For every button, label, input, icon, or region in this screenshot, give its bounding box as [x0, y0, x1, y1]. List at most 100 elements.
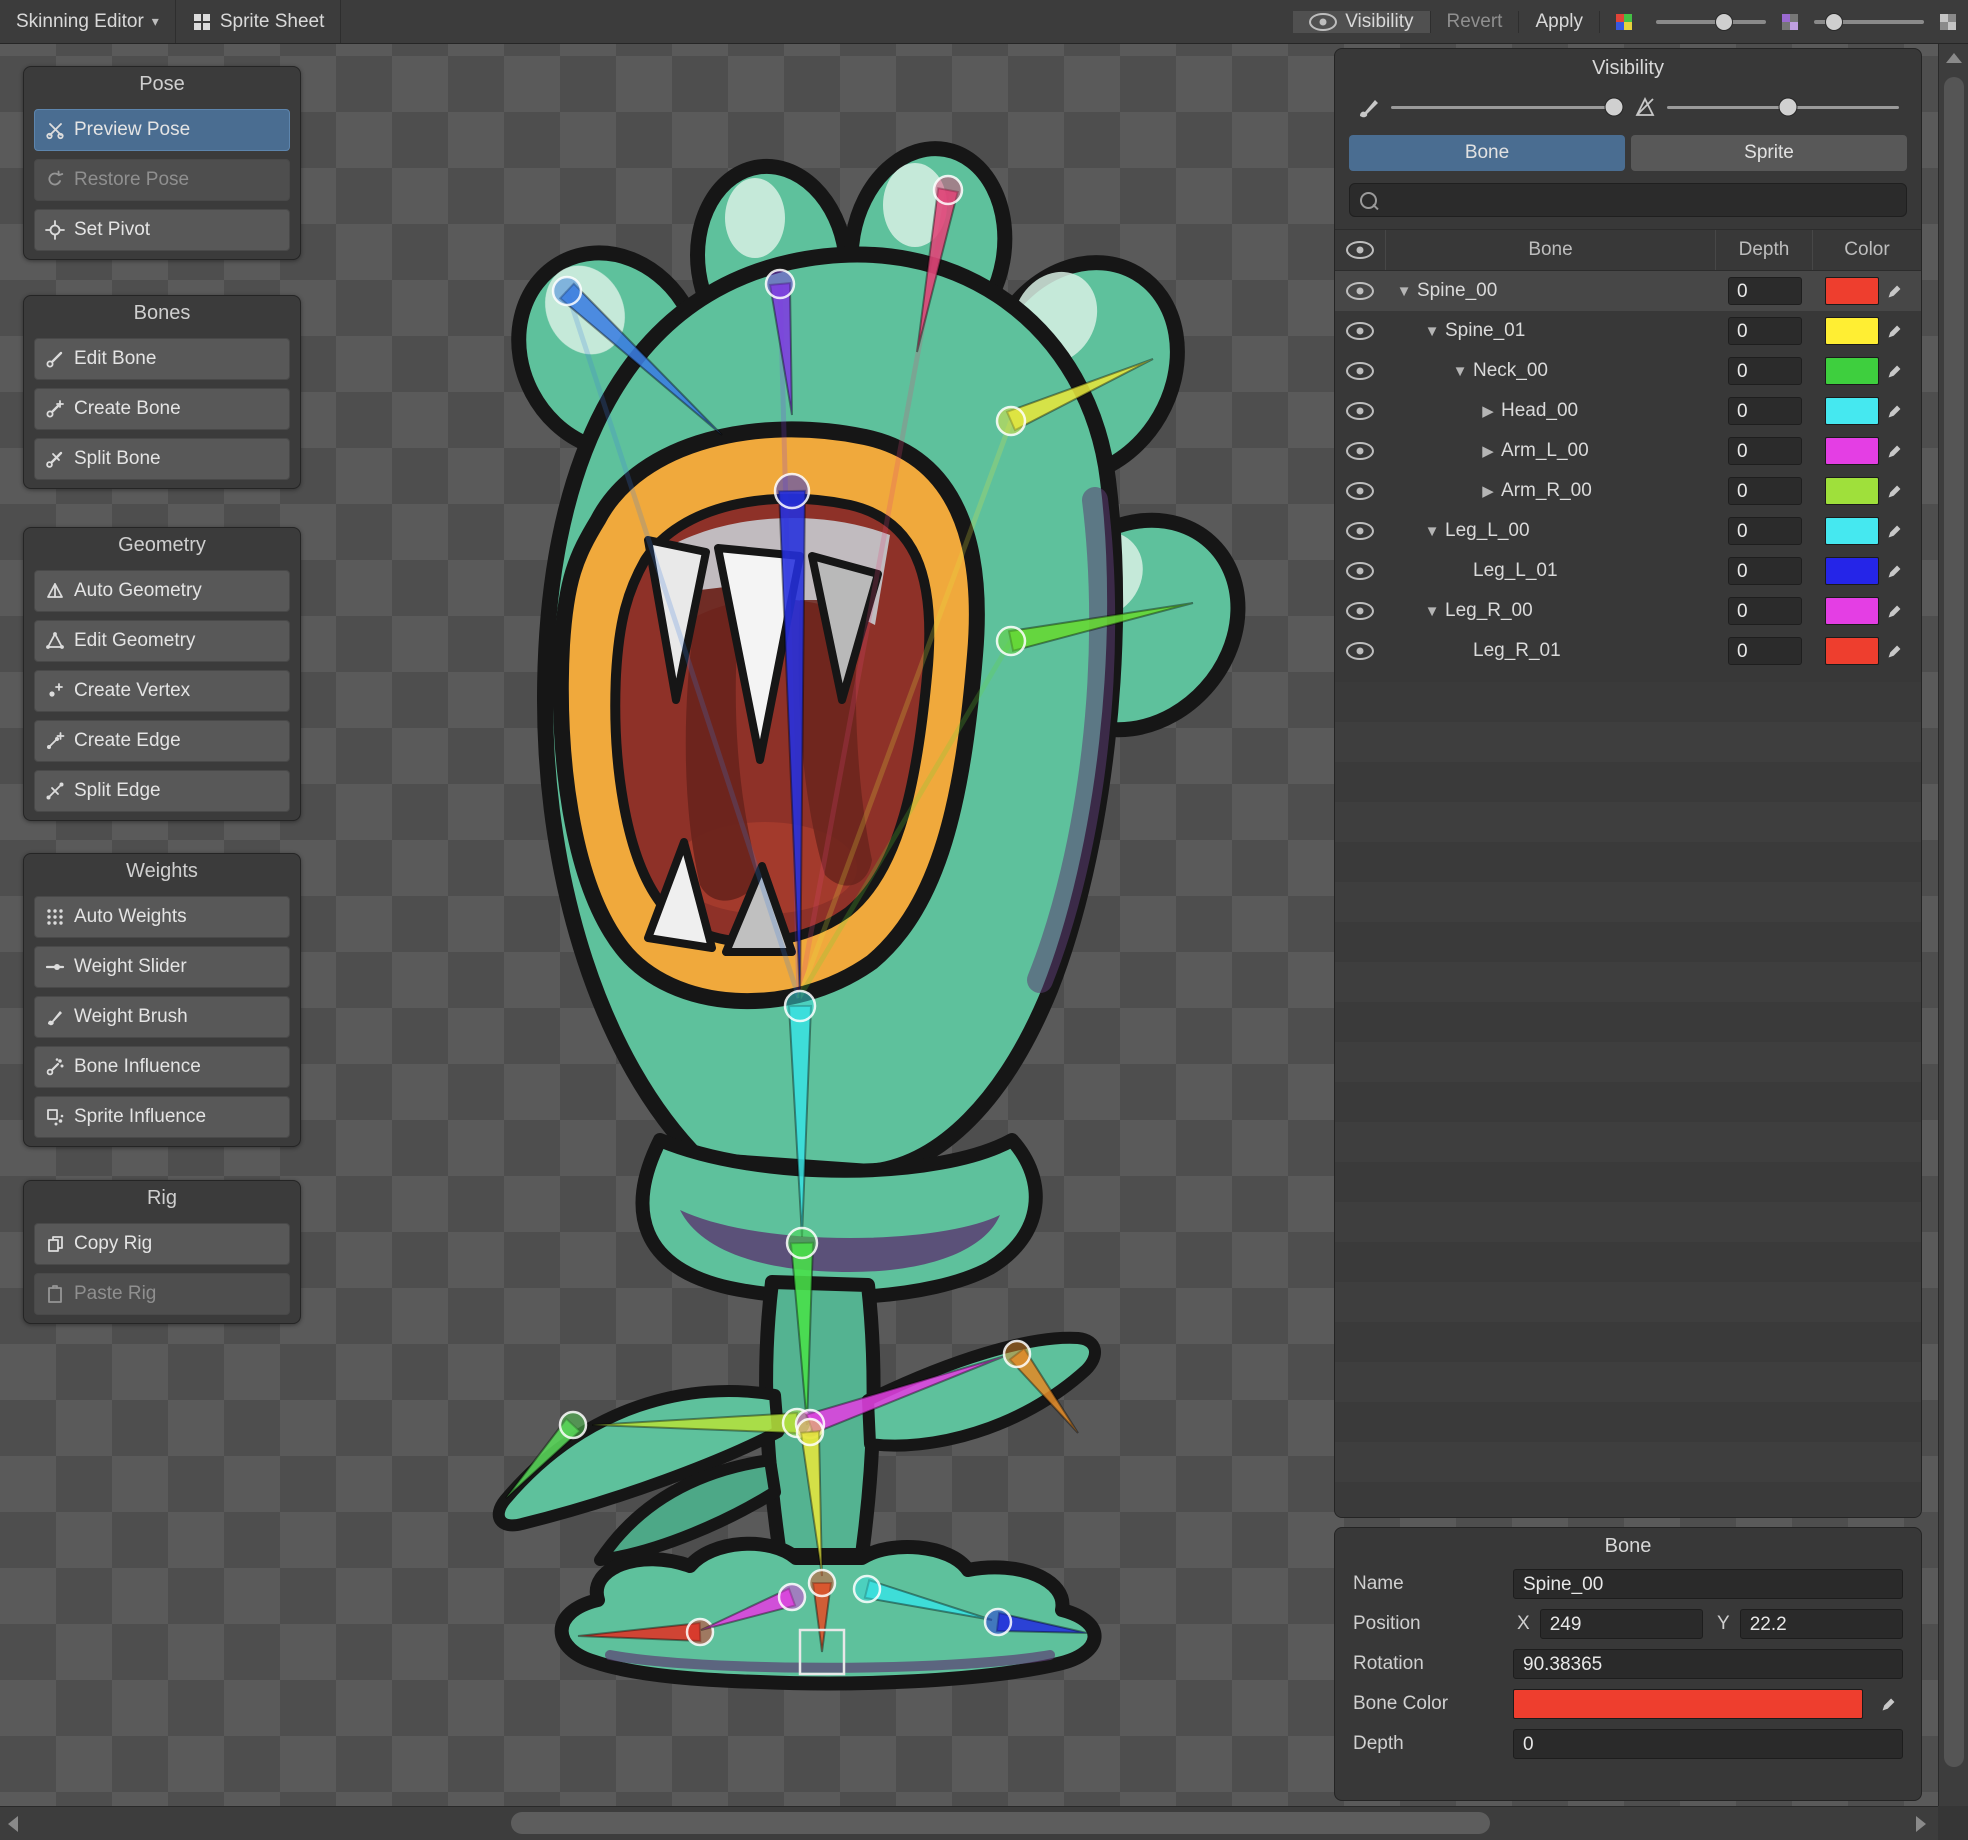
depth-input[interactable]: 0: [1728, 317, 1802, 345]
bone-row-spine-00[interactable]: ▼Spine_00 0: [1335, 271, 1921, 311]
auto-geometry-button[interactable]: Auto Geometry: [34, 570, 290, 612]
weight-slider-button[interactable]: Weight Slider: [34, 946, 290, 988]
bone-row-leg-r-01[interactable]: Leg_R_01 0: [1335, 631, 1921, 671]
eyedropper-icon[interactable]: [1879, 598, 1909, 624]
depth-input[interactable]: 0: [1728, 637, 1802, 665]
split-edge-button[interactable]: Split Edge: [34, 770, 290, 812]
eyedropper-icon[interactable]: [1879, 358, 1909, 384]
visibility-toggle-button[interactable]: Visibility: [1293, 11, 1430, 33]
vertical-scrollbar[interactable]: [1938, 43, 1968, 1840]
eyedropper-icon[interactable]: [1879, 398, 1909, 424]
bone-row-spine-01[interactable]: ▼Spine_01 0: [1335, 311, 1921, 351]
sprite-opacity-icon[interactable]: [1780, 12, 1800, 32]
bone-color-swatch[interactable]: [1825, 437, 1879, 465]
foldout-arrow[interactable]: ▶: [1475, 402, 1501, 420]
bone-row-leg-l-01[interactable]: Leg_L_01 0: [1335, 551, 1921, 591]
scroll-left-arrow[interactable]: [8, 1816, 18, 1832]
foldout-arrow[interactable]: ▼: [1419, 523, 1445, 540]
create-bone-button[interactable]: Create Bone: [34, 388, 290, 430]
skinning-editor-dropdown[interactable]: Skinning Editor ▾: [0, 0, 176, 43]
tab-bone[interactable]: Bone: [1349, 135, 1625, 171]
bone-opacity-slider[interactable]: [1656, 20, 1766, 24]
restore-pose-button[interactable]: Restore Pose: [34, 159, 290, 201]
foldout-arrow[interactable]: ▼: [1419, 323, 1445, 340]
bone-name-input[interactable]: Spine_00: [1513, 1569, 1903, 1599]
bone-row-arm-l-00[interactable]: ▶Arm_L_00 0: [1335, 431, 1921, 471]
eye-icon[interactable]: [1346, 522, 1374, 540]
auto-weights-button[interactable]: Auto Weights: [34, 896, 290, 938]
edit-geometry-button[interactable]: Edit Geometry: [34, 620, 290, 662]
scroll-right-arrow[interactable]: [1916, 1816, 1926, 1832]
foldout-arrow[interactable]: ▼: [1419, 603, 1445, 620]
revert-button[interactable]: Revert: [1431, 11, 1520, 33]
rotation-input[interactable]: 90.38365: [1513, 1649, 1903, 1679]
depth-input[interactable]: 0: [1728, 437, 1802, 465]
visibility-column-eye-icon[interactable]: [1346, 241, 1374, 259]
horizontal-scrollbar[interactable]: [0, 1806, 1938, 1840]
edit-bone-button[interactable]: Edit Bone: [34, 338, 290, 380]
eyedropper-icon[interactable]: [1879, 478, 1909, 504]
foldout-arrow[interactable]: ▶: [1475, 442, 1501, 460]
foldout-arrow[interactable]: ▼: [1391, 283, 1417, 300]
eyedropper-icon[interactable]: [1879, 518, 1909, 544]
depth-input[interactable]: 0: [1513, 1729, 1903, 1759]
bone-color-swatch[interactable]: [1825, 357, 1879, 385]
bone-color-swatch[interactable]: [1825, 517, 1879, 545]
eye-icon[interactable]: [1346, 602, 1374, 620]
foldout-arrow[interactable]: ▼: [1447, 363, 1473, 380]
depth-input[interactable]: 0: [1728, 357, 1802, 385]
apply-button[interactable]: Apply: [1519, 11, 1600, 33]
bone-color-swatch[interactable]: [1825, 477, 1879, 505]
create-vertex-button[interactable]: Create Vertex: [34, 670, 290, 712]
bone-opacity-slider[interactable]: [1391, 106, 1623, 109]
depth-input[interactable]: 0: [1728, 277, 1802, 305]
split-bone-button[interactable]: Split Bone: [34, 438, 290, 480]
bone-color-swatch[interactable]: [1825, 637, 1879, 665]
scroll-up-arrow[interactable]: [1946, 53, 1962, 63]
eyedropper-icon[interactable]: [1879, 638, 1909, 664]
bone-color-swatch[interactable]: [1825, 397, 1879, 425]
bone-search-input[interactable]: [1349, 183, 1907, 217]
create-edge-button[interactable]: Create Edge: [34, 720, 290, 762]
bone-color-swatch[interactable]: [1825, 317, 1879, 345]
set-pivot-button[interactable]: Set Pivot: [34, 209, 290, 251]
eye-icon[interactable]: [1346, 482, 1374, 500]
sprite-sheet-button[interactable]: Sprite Sheet: [176, 0, 342, 43]
eye-icon[interactable]: [1346, 402, 1374, 420]
eyedropper-icon[interactable]: [1879, 278, 1909, 304]
depth-input[interactable]: 0: [1728, 477, 1802, 505]
bone-color-swatch[interactable]: [1825, 597, 1879, 625]
eyedropper-icon[interactable]: [1879, 558, 1909, 584]
eyedropper-icon[interactable]: [1873, 1691, 1903, 1717]
bone-color-swatch[interactable]: [1825, 277, 1879, 305]
eye-icon[interactable]: [1346, 322, 1374, 340]
vertical-scroll-thumb[interactable]: [1944, 77, 1964, 1767]
horizontal-scroll-thumb[interactable]: [511, 1812, 1490, 1834]
bone-row-arm-r-00[interactable]: ▶Arm_R_00 0: [1335, 471, 1921, 511]
bone-row-head-00[interactable]: ▶Head_00 0: [1335, 391, 1921, 431]
depth-input[interactable]: 0: [1728, 597, 1802, 625]
position-x-input[interactable]: 249: [1540, 1609, 1703, 1639]
bone-influence-button[interactable]: Bone Influence: [34, 1046, 290, 1088]
foldout-arrow[interactable]: ▶: [1475, 482, 1501, 500]
paste-rig-button[interactable]: Paste Rig: [34, 1273, 290, 1315]
depth-input[interactable]: 0: [1728, 517, 1802, 545]
bone-palette-icon[interactable]: [1614, 12, 1634, 32]
sprite-influence-button[interactable]: Sprite Influence: [34, 1096, 290, 1138]
bone-color-swatch[interactable]: [1825, 557, 1879, 585]
copy-rig-button[interactable]: Copy Rig: [34, 1223, 290, 1265]
depth-input[interactable]: 0: [1728, 397, 1802, 425]
preview-pose-button[interactable]: Preview Pose: [34, 109, 290, 151]
bone-row-leg-r-00[interactable]: ▼Leg_R_00 0: [1335, 591, 1921, 631]
eye-icon[interactable]: [1346, 362, 1374, 380]
depth-input[interactable]: 0: [1728, 557, 1802, 585]
eye-icon[interactable]: [1346, 642, 1374, 660]
bone-row-neck-00[interactable]: ▼Neck_00 0: [1335, 351, 1921, 391]
eye-icon[interactable]: [1346, 442, 1374, 460]
bone-color-field[interactable]: [1513, 1689, 1863, 1719]
eyedropper-icon[interactable]: [1879, 438, 1909, 464]
eye-icon[interactable]: [1346, 282, 1374, 300]
sprite-opacity-slider[interactable]: [1814, 20, 1924, 24]
mesh-opacity-slider[interactable]: [1667, 106, 1899, 109]
tab-sprite[interactable]: Sprite: [1631, 135, 1907, 171]
